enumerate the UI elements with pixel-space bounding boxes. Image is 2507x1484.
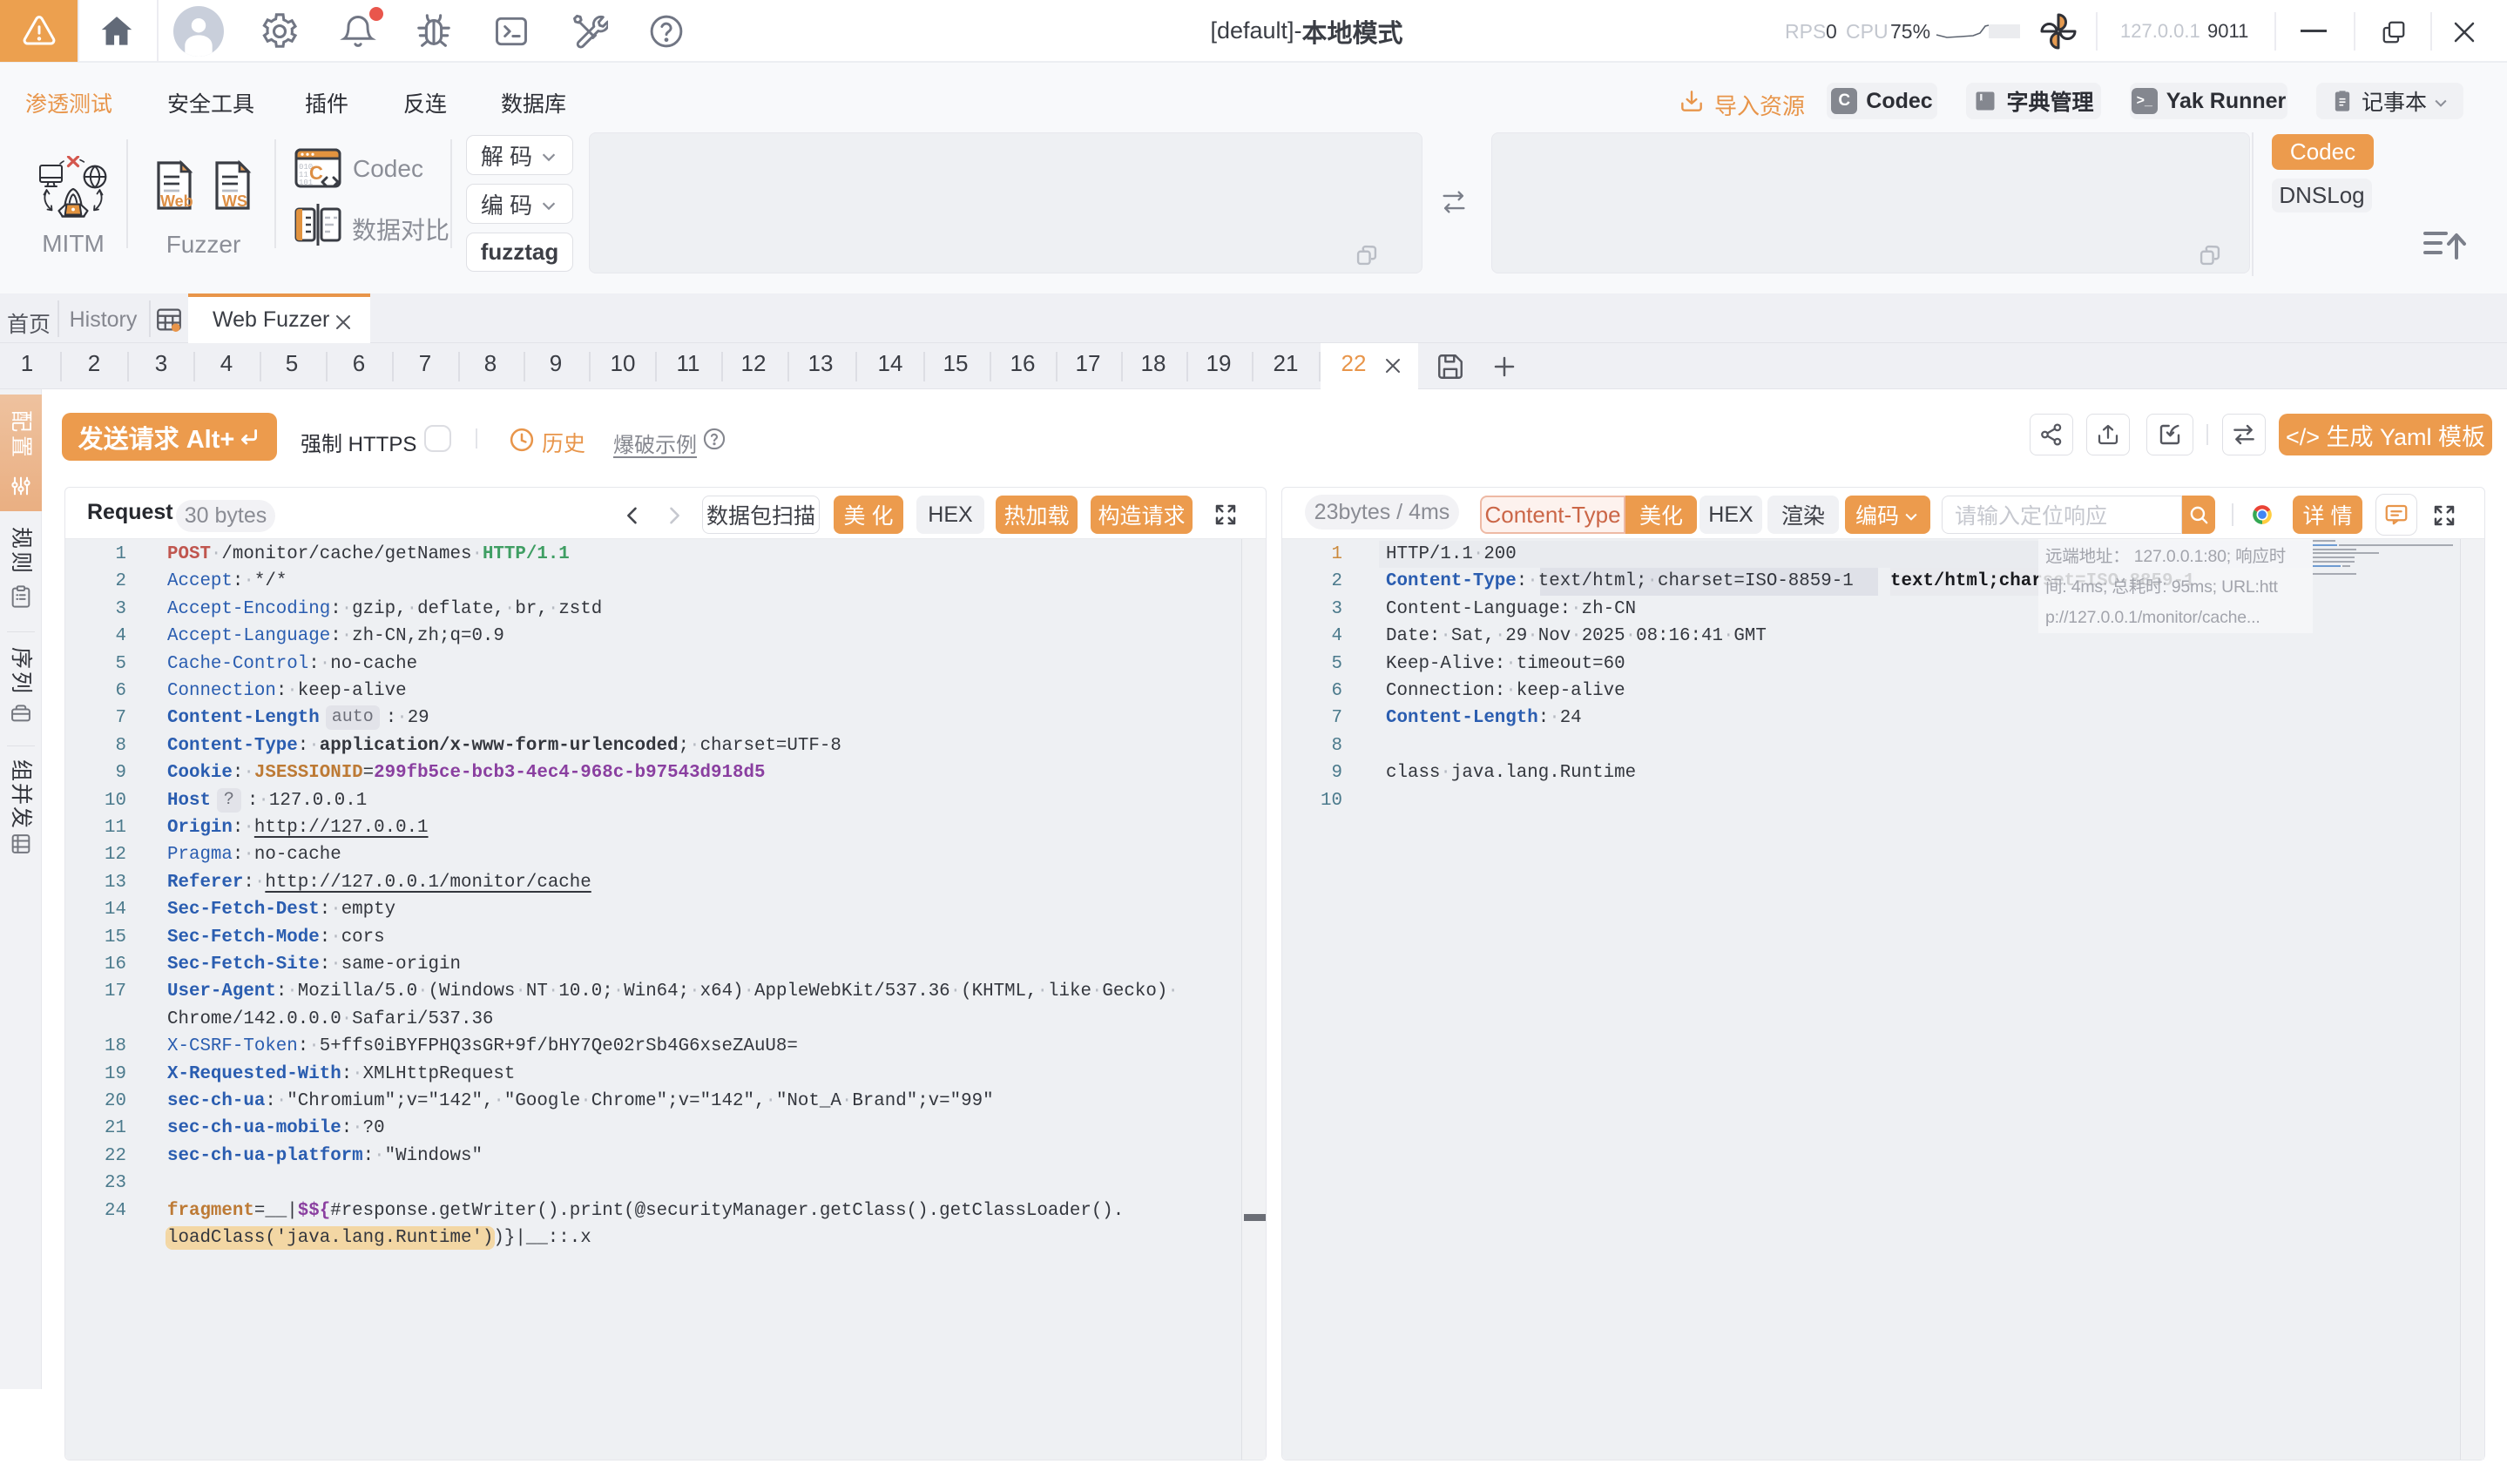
svg-text:WS: WS (222, 192, 247, 210)
svg-text:Web: Web (160, 192, 193, 210)
svg-text:C: C (309, 162, 323, 184)
